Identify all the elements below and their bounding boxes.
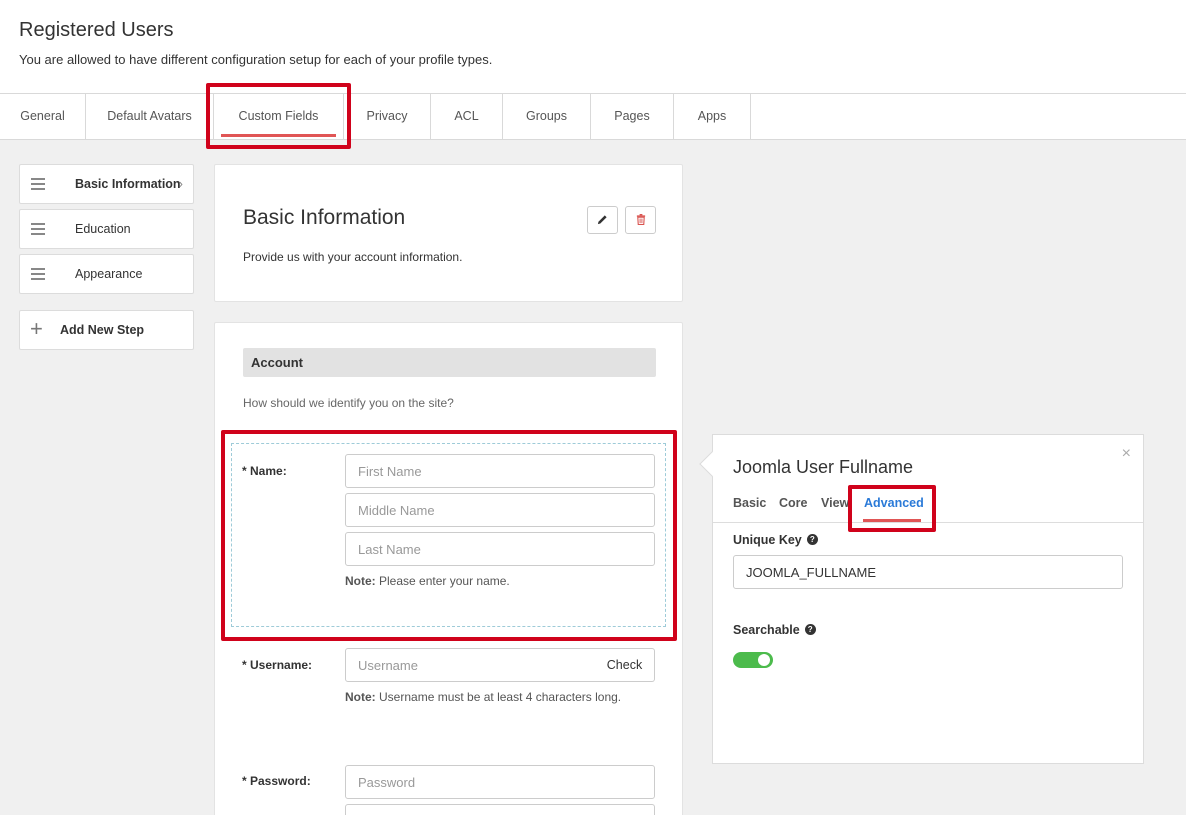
tab-groups[interactable]: Groups <box>503 94 591 139</box>
username-note: Note: Username must be at least 4 charac… <box>345 690 621 704</box>
edit-step-button[interactable] <box>587 206 618 234</box>
add-step-label: Add New Step <box>60 323 145 337</box>
page-description: You are allowed to have different config… <box>19 52 493 67</box>
step-label: Basic Information <box>75 177 181 191</box>
tab-custom-fields[interactable]: Custom Fields <box>214 94 344 139</box>
step-label: Appearance <box>75 267 143 281</box>
tab-general[interactable]: General <box>0 94 86 139</box>
drag-handle-icon[interactable] <box>31 268 45 283</box>
tab-pages[interactable]: Pages <box>591 94 674 139</box>
delete-step-button[interactable] <box>625 206 656 234</box>
last-name-input[interactable] <box>345 532 655 566</box>
help-icon[interactable]: ? <box>806 534 818 545</box>
searchable-label: Searchable? <box>733 623 816 637</box>
trash-icon <box>636 214 645 226</box>
panel-tab-basic[interactable]: Basic <box>733 496 766 510</box>
note-bold: Note: <box>345 574 376 588</box>
unique-key-input[interactable] <box>733 555 1123 589</box>
searchable-text: Searchable <box>733 623 800 637</box>
tab-apps[interactable]: Apps <box>674 94 751 139</box>
drag-handle-icon[interactable] <box>31 178 45 193</box>
step-appearance[interactable]: Appearance <box>19 254 194 294</box>
step-label: Education <box>75 222 131 236</box>
panel-title: Joomla User Fullname <box>733 457 914 477</box>
password-input[interactable] <box>345 765 655 799</box>
drag-handle-icon[interactable] <box>31 223 45 238</box>
step-card-description: Provide us with your account information… <box>243 250 463 264</box>
username-input[interactable] <box>345 648 596 682</box>
step-education[interactable]: Education <box>19 209 194 249</box>
field-config-panel: Joomla User Fullname × Basic Core View A… <box>712 434 1144 764</box>
tab-default-avatars[interactable]: Default Avatars <box>86 94 214 139</box>
searchable-toggle[interactable] <box>733 652 773 668</box>
section-heading: Account <box>243 348 656 377</box>
tab-privacy[interactable]: Privacy <box>344 94 431 139</box>
username-label: * Username: <box>242 658 313 672</box>
toggle-knob <box>758 654 770 666</box>
page-title: Registered Users <box>19 19 174 41</box>
name-label: * Name: <box>242 464 287 478</box>
step-info-card: Basic Information Provide us with your a… <box>214 164 683 302</box>
first-name-input[interactable] <box>345 454 655 488</box>
step-card-title: Basic Information <box>243 206 406 229</box>
panel-tab-divider <box>713 522 1143 523</box>
unique-key-text: Unique Key <box>733 533 802 547</box>
panel-tab-advanced[interactable]: Advanced <box>864 496 924 510</box>
help-icon[interactable]: ? <box>804 624 816 635</box>
pencil-icon <box>597 215 607 225</box>
password-confirm-input[interactable] <box>345 804 655 815</box>
chevron-right-icon: › <box>178 176 183 191</box>
check-username-button[interactable]: Check <box>595 648 655 682</box>
section-description: How should we identify you on the site? <box>243 396 454 410</box>
profile-tabs: General Default Avatars Custom Fields Pr… <box>0 93 1186 140</box>
name-note: Note: Please enter your name. <box>345 574 510 588</box>
unique-key-label: Unique Key? <box>733 533 818 547</box>
note-text: Please enter your name. <box>379 574 510 588</box>
tab-acl[interactable]: ACL <box>431 94 503 139</box>
page-header: Registered Users You are allowed to have… <box>0 0 1186 94</box>
panel-tab-core[interactable]: Core <box>779 496 807 510</box>
note-text: Username must be at least 4 characters l… <box>379 690 622 704</box>
panel-tab-view[interactable]: View <box>821 496 849 510</box>
middle-name-input[interactable] <box>345 493 655 527</box>
step-basic-information[interactable]: Basic Information › <box>19 164 194 204</box>
close-icon[interactable]: × <box>1122 445 1131 463</box>
plus-icon: + <box>30 316 43 341</box>
password-label: * Password: <box>242 774 311 788</box>
tab-custom-fields-label: Custom Fields <box>238 109 319 123</box>
note-bold: Note: <box>345 690 376 704</box>
tab-active-underline <box>221 134 336 137</box>
add-new-step-button[interactable]: + Add New Step <box>19 310 194 350</box>
panel-tab-active-underline <box>863 519 921 522</box>
